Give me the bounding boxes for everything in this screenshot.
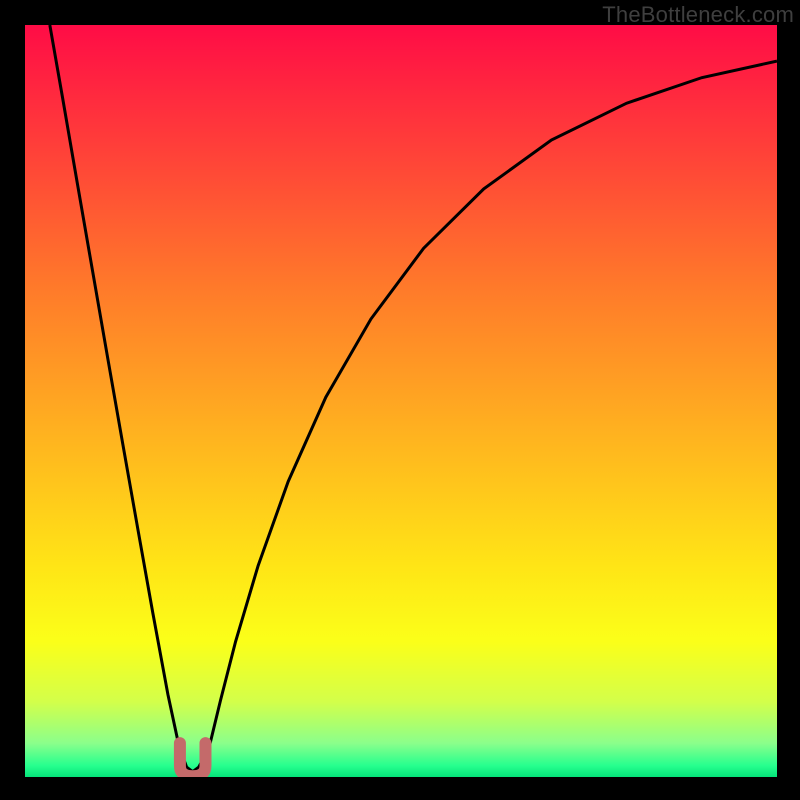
bottleneck-chart <box>25 25 777 777</box>
gradient-background <box>25 25 777 777</box>
watermark-text: TheBottleneck.com <box>602 2 794 28</box>
chart-frame <box>25 25 777 777</box>
